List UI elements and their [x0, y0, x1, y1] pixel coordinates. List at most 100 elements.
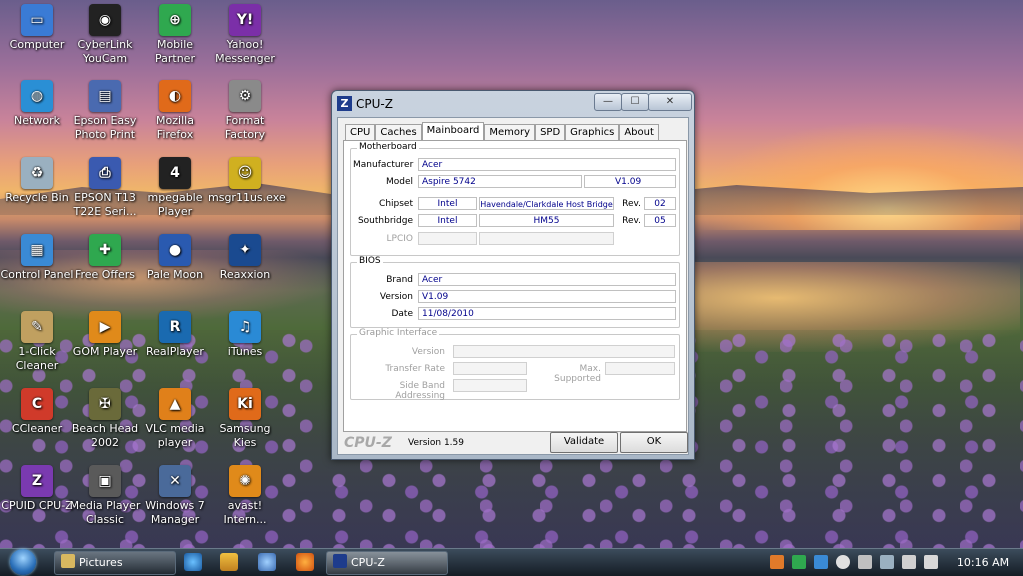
avast-icon: ✺ [229, 465, 261, 497]
ok-button[interactable]: OK [620, 432, 688, 453]
desktop-icon[interactable]: R RealPlayer [138, 311, 212, 359]
taskbar-button-label: CPU-Z [351, 556, 385, 569]
network-icon: ◍ [21, 80, 53, 112]
tray-messenger-icon[interactable] [836, 555, 850, 569]
desktop-icon[interactable]: ✺ avast! Intern... [208, 465, 282, 527]
desktop-icon[interactable]: ▭ Computer [0, 4, 74, 52]
taskbar-button-pictures[interactable]: Pictures [54, 551, 176, 575]
bios-date-value: 11/08/2010 [418, 307, 676, 320]
internet-explorer-icon[interactable] [184, 553, 202, 571]
bios-date-label: Date [391, 309, 413, 319]
tab-about[interactable]: About [619, 124, 659, 141]
desktop-icon[interactable]: ▶ GOM Player [68, 311, 142, 359]
desktop-icon[interactable]: ◉ CyberLink YouCam [68, 4, 142, 66]
pale-moon-taskbar-icon[interactable] [258, 553, 276, 571]
desktop-icon-label: Samsung Kies [219, 422, 271, 449]
ccleaner-icon: C [21, 388, 53, 420]
tab-memory[interactable]: Memory [484, 124, 536, 141]
desktop-icon[interactable]: ♻ Recycle Bin [0, 157, 74, 205]
gi-side-band-label: Side Band Addressing [395, 381, 445, 401]
bios-brand-label: Brand [386, 275, 413, 285]
desktop-icon[interactable]: ⎙ EPSON T13 T22E Seri... [68, 157, 142, 219]
taskbar-button-label: Pictures [79, 556, 123, 569]
lpcio-name-value [479, 232, 614, 245]
taskbar-button-cpuz[interactable]: CPU-Z [326, 551, 448, 575]
tray-wifi-icon[interactable] [902, 555, 916, 569]
tab-mainboard[interactable]: Mainboard [421, 122, 485, 141]
desktop-icon[interactable]: ✕ Windows 7 Manager [138, 465, 212, 527]
firefox-icon: ◐ [159, 80, 191, 112]
desktop-icon[interactable]: ✚ Free Offers [68, 234, 142, 282]
desktop-icon[interactable]: ♫ iTunes [208, 311, 282, 359]
motherboard-group: Motherboard Manufacturer Acer Model Aspi… [350, 142, 680, 256]
desktop-icon[interactable]: ▦ Control Panel [0, 234, 74, 282]
tab-strip: CPU Caches Mainboard Memory SPD Graphics About [345, 122, 659, 141]
desktop-icon[interactable]: C CCleaner [0, 388, 74, 436]
desktop-icon-label: Epson Easy Photo Print [73, 114, 137, 141]
tab-cpu[interactable]: CPU [345, 124, 376, 141]
desktop-icon-label: Reaxxion [219, 268, 271, 281]
itunes-icon: ♫ [229, 311, 261, 343]
gift-icon: ✚ [89, 234, 121, 266]
model-value: Aspire 5742 [418, 175, 582, 188]
desktop-icon[interactable]: Z CPUID CPU-Z [0, 465, 74, 513]
tab-graphics[interactable]: Graphics [565, 124, 620, 141]
manufacturer-value: Acer [418, 158, 676, 171]
desktop-icon-label: Windows 7 Manager [145, 499, 205, 526]
folder-icon [61, 554, 75, 568]
maximize-button[interactable]: ☐ [621, 93, 649, 111]
desktop-icon[interactable]: ▣ Media Player Classic [68, 465, 142, 527]
minimize-button[interactable]: — [594, 93, 622, 111]
computer-icon: ▭ [21, 4, 53, 36]
desktop-icon-label: CyberLink YouCam [77, 38, 133, 65]
tab-spd[interactable]: SPD [535, 124, 566, 141]
desktop-icon[interactable]: ● Pale Moon [138, 234, 212, 282]
desktop-icon[interactable]: Y! Yahoo! Messenger [208, 4, 282, 66]
desktop-icon[interactable]: ◐ Mozilla Firefox [138, 80, 212, 142]
desktop-icon[interactable]: Ki Samsung Kies [208, 388, 282, 450]
desktop-icon-label: VLC media player [145, 422, 205, 449]
mobile-partner-icon: ⊕ [159, 4, 191, 36]
cpuz-window[interactable]: Z CPU-Z — ☐ ✕ CPU Caches Mainboard Memory SP… [331, 90, 695, 460]
lpcio-vendor-value [418, 232, 477, 245]
desktop-icon[interactable]: ✠ Beach Head 2002 [68, 388, 142, 450]
desktop-icon[interactable]: ▤ Epson Easy Photo Print [68, 80, 142, 142]
window-client: CPU Caches Mainboard Memory SPD Graphics About… [337, 117, 689, 455]
title-bar[interactable]: Z CPU-Z — ☐ ✕ [332, 91, 692, 115]
taskbar-clock[interactable]: 10:16 AM [948, 549, 1018, 576]
samsung-kies-icon: Ki [229, 388, 261, 420]
desktop-icon-label: Media Player Classic [69, 499, 141, 526]
desktop-icon-label: Pale Moon [146, 268, 204, 281]
desktop-icon-label: GOM Player [72, 345, 138, 358]
southbridge-label: Southbridge [357, 216, 413, 226]
gi-transfer-rate-value [453, 362, 527, 375]
windows-orb-icon [10, 549, 36, 575]
desktop-icon[interactable]: ⊕ Mobile Partner [138, 4, 212, 66]
desktop-icon[interactable]: 4 mpegable Player [138, 157, 212, 219]
desktop-icon[interactable]: ◍ Network [0, 80, 74, 128]
reaxxion-icon: ✦ [229, 234, 261, 266]
desktop-icon-label: Recycle Bin [5, 191, 69, 204]
desktop-icon[interactable]: ▲ VLC media player [138, 388, 212, 450]
close-button[interactable]: ✕ [648, 93, 692, 111]
desktop-icon[interactable]: ✎ 1-Click Cleaner [0, 311, 74, 373]
firefox-taskbar-icon[interactable] [296, 553, 314, 571]
tray-safely-remove-icon[interactable] [880, 555, 894, 569]
tray-network-manager-icon[interactable] [792, 555, 806, 569]
tray-action-center-icon[interactable] [858, 555, 872, 569]
recycle-bin-icon: ♻ [21, 157, 53, 189]
tray-volume-icon[interactable] [924, 555, 938, 569]
media-player-icon[interactable] [220, 553, 238, 571]
cpuz-desktop-icon: Z [21, 465, 53, 497]
desktop-icon-label: EPSON T13 T22E Seri... [73, 191, 137, 218]
start-button[interactable] [4, 549, 42, 576]
desktop-icon[interactable]: ☺ msgr11us.exe [208, 157, 286, 205]
msgr-installer-icon: ☺ [229, 157, 261, 189]
tray-update-icon[interactable] [814, 555, 828, 569]
validate-button[interactable]: Validate [550, 432, 618, 453]
cleaner-icon: ✎ [21, 311, 53, 343]
tray-avast-icon[interactable] [770, 555, 784, 569]
tab-caches[interactable]: Caches [375, 124, 422, 141]
desktop-icon[interactable]: ⚙ Format Factory [208, 80, 282, 142]
desktop-icon[interactable]: ✦ Reaxxion [208, 234, 282, 282]
